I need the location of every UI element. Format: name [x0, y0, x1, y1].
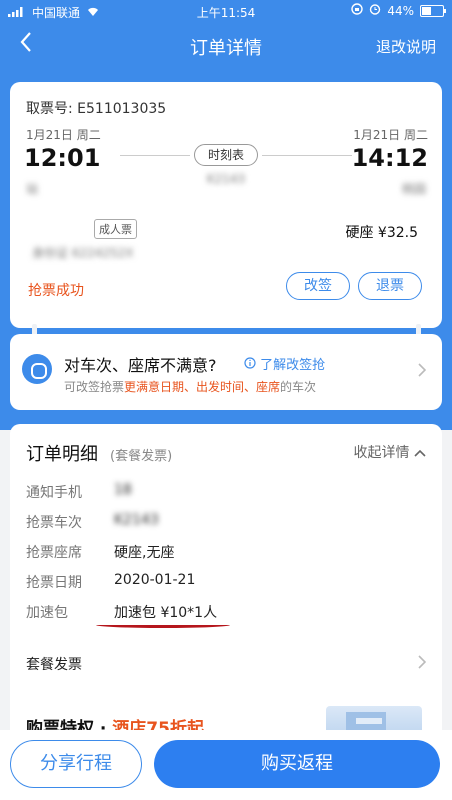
- passenger-type-tag: 成人票: [94, 219, 137, 239]
- tip-main-text: 对车次、座席不满意?: [64, 356, 217, 375]
- navigation-bar: 订单详情 退改说明: [0, 26, 452, 70]
- seat-class-price: 硬座 ¥32.5: [345, 225, 418, 241]
- departure-station: 站: [26, 182, 39, 196]
- rebook-icon: [22, 354, 52, 384]
- info-icon: [244, 357, 260, 373]
- order-detail-card: 订单明细 (套餐发票) 收起详情 通知手机 18 抢票车次 K2143 抢票座席…: [10, 424, 442, 744]
- timetable-button[interactable]: 时刻表: [194, 144, 258, 166]
- refund-policy-link[interactable]: 退改说明: [376, 36, 436, 57]
- row-value-seat: 硬座,无座: [114, 545, 175, 561]
- ticket-status: 抢票成功: [28, 283, 84, 299]
- battery-level: [422, 6, 431, 15]
- pickup-value: E511013035: [77, 101, 167, 117]
- row-label-speedup: 加速包: [26, 605, 68, 621]
- train-number: K2143: [206, 172, 246, 186]
- status-right: 44%: [351, 3, 446, 18]
- row-value-phone: 18: [114, 482, 132, 498]
- change-ticket-button[interactable]: 改签: [286, 272, 350, 300]
- arrival-date: 1月21日 周二: [353, 128, 428, 142]
- row-value-train: K2143: [114, 512, 159, 528]
- route-line-right: [262, 155, 352, 156]
- status-bar: 中国联通 上午11:54 44%: [0, 0, 452, 24]
- tip-sub-text: 可改签抢票更满意日期、出发时间、座席的车次: [64, 378, 316, 395]
- chevron-right-icon: [418, 362, 427, 381]
- chevron-up-icon: [414, 445, 426, 461]
- id-suffix: 2X: [117, 246, 134, 260]
- orientation-lock-icon: [351, 3, 364, 18]
- row-value-date: 2020-01-21: [114, 572, 196, 588]
- id-card-number: 身份证 6224252X: [32, 244, 133, 261]
- tip-sub-suffix: 的车次: [280, 380, 317, 394]
- departure-date: 1月21日 周二: [26, 128, 101, 142]
- refund-ticket-button[interactable]: 退票: [358, 272, 422, 300]
- alarm-icon: [369, 3, 381, 18]
- row-label-seat: 抢票座席: [26, 545, 82, 561]
- ticket-card: 取票号: E511013035 1月21日 周二 1月21日 周二 12:01 …: [10, 82, 442, 328]
- departure-time: 12:01: [24, 144, 101, 172]
- pickup-label: 取票号:: [26, 101, 73, 117]
- handwritten-underline: [96, 622, 230, 628]
- package-invoice-row[interactable]: 套餐发票: [26, 654, 82, 674]
- row-label-phone: 通知手机: [26, 485, 82, 501]
- battery-icon: [420, 4, 446, 17]
- arrival-time: 14:12: [351, 144, 428, 172]
- row-label-train: 抢票车次: [26, 515, 82, 531]
- arrival-station: 桃园: [401, 182, 426, 196]
- row-value-speedup: 加速包 ¥10*1人: [114, 605, 218, 621]
- collapse-details-button[interactable]: 收起详情: [354, 442, 426, 462]
- share-trip-button[interactable]: 分享行程: [10, 740, 142, 788]
- row-label-date: 抢票日期: [26, 575, 82, 591]
- chevron-right-icon: [418, 654, 427, 673]
- learn-rebook-label: 了解改签抢: [260, 358, 326, 373]
- order-detail-subtitle: (套餐发票): [110, 449, 173, 464]
- buy-return-button[interactable]: 购买返程: [154, 740, 440, 788]
- bottom-action-bar: 分享行程 购买返程: [0, 730, 452, 800]
- id-prefix: 身份证 622425: [32, 246, 118, 260]
- learn-rebook-link[interactable]: 了解改签抢: [244, 354, 325, 373]
- pickup-number: 取票号: E511013035: [26, 98, 166, 118]
- collapse-label: 收起详情: [353, 445, 410, 461]
- battery-percent: 44%: [387, 3, 414, 18]
- order-detail-title: 订单明细: [26, 444, 98, 465]
- tip-sub-highlight: 更满意日期、出发时间、座席: [124, 380, 281, 394]
- route-line-left: [120, 155, 190, 156]
- change-tip-banner[interactable]: 对车次、座席不满意? 了解改签抢 可改签抢票更满意日期、出发时间、座席的车次: [10, 334, 442, 410]
- tip-sub-prefix: 可改签抢票: [64, 380, 125, 394]
